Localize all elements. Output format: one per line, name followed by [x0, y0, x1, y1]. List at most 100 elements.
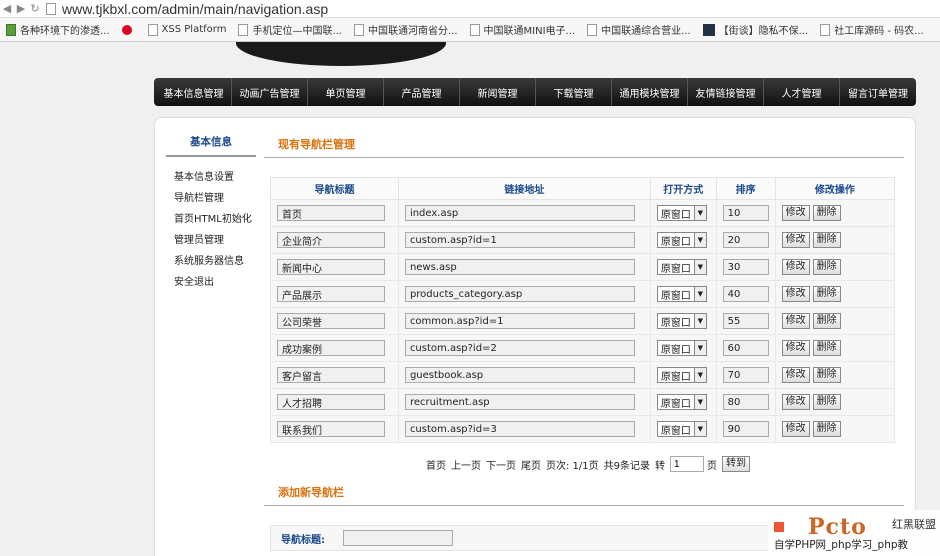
edit-button[interactable]: 修改 — [781, 340, 810, 356]
nav-title-field[interactable] — [277, 394, 385, 410]
prev-page-link[interactable]: 上一页 — [451, 457, 481, 472]
bookmark-item[interactable]: 各种环境下的渗透... — [0, 22, 116, 37]
top-menu-item[interactable]: 留言订单管理 — [840, 78, 916, 106]
goto-page-input[interactable] — [670, 456, 705, 472]
bookmark-item[interactable]: 中国联通河南省分... — [348, 22, 464, 37]
edit-button[interactable]: 修改 — [781, 394, 810, 410]
delete-button[interactable]: 删除 — [812, 232, 841, 248]
open-mode-select[interactable]: 原窗口 ▼ — [656, 367, 707, 383]
nav-url-field[interactable] — [404, 259, 635, 275]
delete-button[interactable]: 删除 — [812, 286, 841, 302]
delete-button[interactable]: 删除 — [812, 394, 841, 410]
delete-button[interactable]: 删除 — [812, 205, 841, 221]
open-mode-value: 原窗口 — [660, 317, 691, 329]
url-cell — [397, 253, 651, 281]
top-menu-item[interactable]: 下载管理 — [536, 78, 612, 106]
edit-button[interactable]: 修改 — [781, 367, 810, 383]
last-page-link[interactable]: 尾页 — [521, 457, 541, 472]
top-menu-item[interactable]: 产品管理 — [384, 78, 460, 106]
sidebar-item[interactable]: 首页HTML初始化 — [166, 209, 256, 230]
top-menu-item[interactable]: 基本信息管理 — [156, 78, 232, 106]
bookmark-item[interactable]: 中国联通MINI电子... — [464, 22, 582, 37]
bookmark-item[interactable]: 【街谈】隐私不保... — [697, 22, 815, 37]
nav-title-field[interactable] — [277, 340, 385, 356]
top-menu-item[interactable]: 新闻管理 — [460, 78, 536, 106]
sort-order-field[interactable] — [722, 421, 769, 437]
sidebar-item[interactable]: 导航栏管理 — [166, 188, 256, 209]
nav-url-field[interactable] — [404, 286, 635, 302]
first-page-link[interactable]: 首页 — [426, 457, 446, 472]
open-mode-select[interactable]: 原窗口 ▼ — [656, 259, 707, 275]
sidebar-item[interactable]: 管理员管理 — [166, 230, 256, 251]
delete-button[interactable]: 删除 — [812, 421, 841, 437]
edit-button[interactable]: 修改 — [781, 232, 810, 248]
edit-button[interactable]: 修改 — [781, 205, 810, 221]
open-mode-select[interactable]: 原窗口 ▼ — [656, 232, 707, 248]
sidebar-item[interactable]: 安全退出 — [166, 272, 256, 293]
bookmark-item[interactable]: 社工库源码 - 码农... — [814, 22, 930, 37]
sort-order-field[interactable] — [722, 259, 769, 275]
sort-order-field[interactable] — [722, 286, 769, 302]
next-page-link[interactable]: 下一页 — [486, 457, 516, 472]
top-menu-item[interactable]: 人才管理 — [764, 78, 840, 106]
nav-title-field[interactable] — [277, 259, 385, 275]
sort-order-field[interactable] — [722, 232, 769, 248]
nav-url-field[interactable] — [404, 394, 635, 410]
sort-order-field[interactable] — [722, 394, 769, 410]
open-mode-select[interactable]: 原窗口 ▼ — [656, 340, 707, 356]
nav-url-field[interactable] — [404, 313, 635, 329]
mode-cell: 原窗口 ▼ — [649, 388, 717, 416]
top-menu-item[interactable]: 通用模块管理 — [612, 78, 688, 106]
nav-url-field[interactable] — [404, 232, 635, 248]
mode-cell: 原窗口 ▼ — [649, 334, 717, 362]
sidebar-item[interactable]: 系统服务器信息 — [166, 251, 256, 272]
edit-button[interactable]: 修改 — [781, 421, 810, 437]
sort-order-field[interactable] — [722, 340, 769, 356]
order-cell — [715, 253, 776, 281]
sidebar-item[interactable]: 基本信息设置 — [166, 167, 256, 188]
edit-button[interactable]: 修改 — [781, 313, 810, 329]
nav-title-field[interactable] — [277, 205, 385, 221]
bookmark-item[interactable] — [116, 24, 142, 35]
open-mode-select[interactable]: 原窗口 ▼ — [656, 394, 707, 410]
table-row: 原窗口▼ 修改删除 — [270, 307, 896, 335]
nav-title-field[interactable] — [277, 232, 385, 248]
sort-order-field[interactable] — [722, 367, 769, 383]
delete-button[interactable]: 删除 — [812, 367, 841, 383]
top-menu-item[interactable]: 动画广告管理 — [232, 78, 308, 106]
table-row: 原窗口▼ 修改删除 — [270, 280, 896, 308]
top-menu-item[interactable]: 单页管理 — [308, 78, 384, 106]
open-mode-select[interactable]: 原窗口 ▼ — [656, 286, 707, 302]
delete-button[interactable]: 删除 — [812, 313, 841, 329]
open-mode-select[interactable]: 原窗口 ▼ — [656, 205, 707, 221]
delete-button[interactable]: 删除 — [812, 259, 841, 275]
nav-title-field[interactable] — [277, 286, 385, 302]
nav-url-field[interactable] — [404, 367, 635, 383]
open-mode-select[interactable]: 原窗口 ▼ — [656, 313, 707, 329]
bookmark-item[interactable]: 手机定位—中国联... — [232, 22, 348, 37]
bookmark-item[interactable]: XSS Platform — [142, 23, 233, 36]
nav-url-field[interactable] — [404, 205, 635, 221]
sort-order-field[interactable] — [722, 205, 769, 221]
nav-title-field[interactable] — [277, 313, 385, 329]
top-menu-item[interactable]: 友情链接管理 — [688, 78, 764, 106]
reload-icon[interactable]: ↻ — [28, 2, 42, 16]
edit-button[interactable]: 修改 — [781, 259, 810, 275]
nav-title-field[interactable] — [277, 421, 385, 437]
edit-button[interactable]: 修改 — [781, 286, 810, 302]
bookmark-item[interactable]: 中国联通综合营业... — [581, 22, 697, 37]
mode-cell: 原窗口 ▼ — [649, 361, 717, 389]
back-icon[interactable]: ◀ — [0, 2, 14, 16]
table-row: 原窗口▼ 修改删除 — [270, 334, 896, 362]
url-text[interactable]: www.tjkbxl.com/admin/main/navigation.asp — [62, 1, 328, 17]
nav-url-field[interactable] — [404, 421, 635, 437]
bookmark-label: 社工库源码 - 码农... — [834, 26, 924, 37]
nav-url-field[interactable] — [404, 340, 635, 356]
forward-icon[interactable]: ▶ — [14, 2, 28, 16]
sort-order-field[interactable] — [722, 313, 769, 329]
open-mode-select[interactable]: 原窗口 ▼ — [656, 421, 707, 437]
nav-title-input[interactable] — [343, 530, 453, 546]
nav-title-field[interactable] — [277, 367, 385, 383]
delete-button[interactable]: 删除 — [812, 340, 841, 356]
goto-button[interactable]: 转到 — [722, 456, 751, 472]
